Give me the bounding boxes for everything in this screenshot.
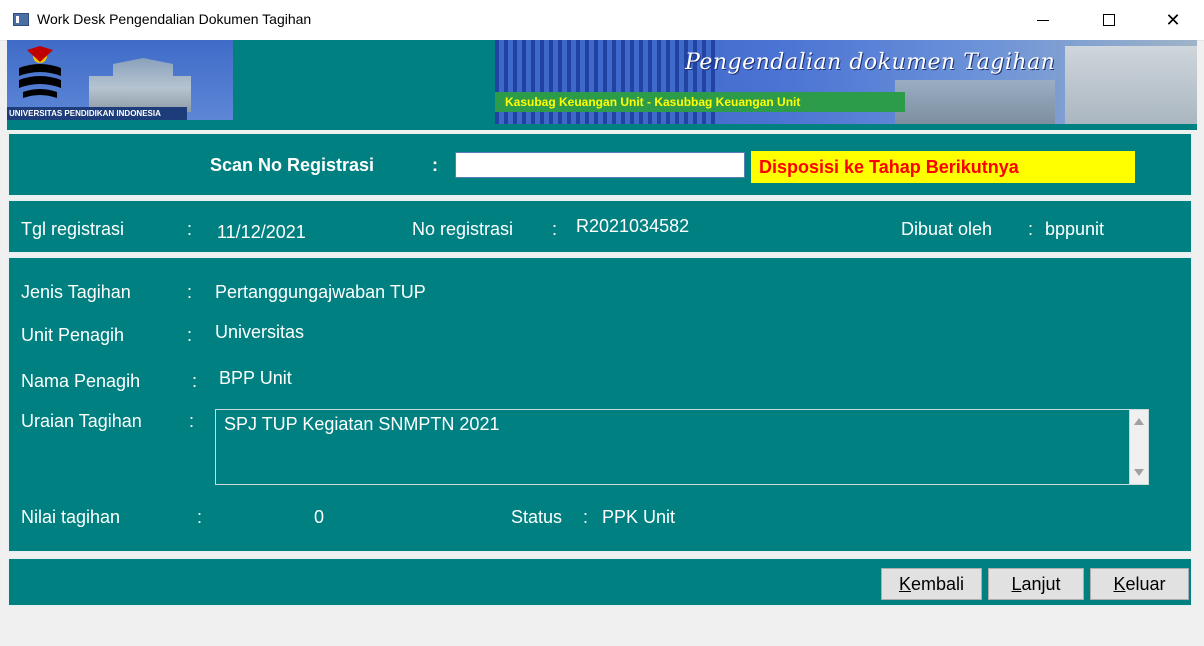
dibuat-oleh-value: bppunit xyxy=(1045,219,1105,239)
jenis-tagihan-label: Jenis Tagihan xyxy=(21,282,131,302)
unit-penagih-label: Unit Penagih xyxy=(21,325,125,345)
registration-info-panel: Tgl registrasi : 11/12/2021 No registras… xyxy=(7,199,1193,254)
no-registrasi-colon: : xyxy=(552,219,558,239)
no-registrasi-value: R2021034582 xyxy=(576,216,690,236)
uraian-tagihan-colon: : xyxy=(189,411,195,431)
nilai-tagihan-colon: : xyxy=(197,507,203,527)
uraian-tagihan-label: Uraian Tagihan xyxy=(21,411,142,431)
textarea-scrollbar[interactable] xyxy=(1129,410,1148,484)
scan-registration-input[interactable] xyxy=(455,152,745,178)
tgl-registrasi-colon: : xyxy=(187,219,193,239)
banner-document-image xyxy=(895,80,1055,124)
tgl-registrasi-label: Tgl registrasi xyxy=(21,219,125,239)
header-banner: UNIVERSITAS PENDIDIKAN INDONESIA Pengend… xyxy=(7,40,1197,130)
kembali-button[interactable]: Kembali xyxy=(881,568,982,600)
close-button[interactable]: ✕ xyxy=(1150,0,1196,40)
scan-panel: Scan No Registrasi : Disposisi ke Tahap … xyxy=(7,132,1193,197)
tagihan-detail-panel: Jenis Tagihan : Pertanggungajwaban TUP U… xyxy=(7,256,1193,553)
close-icon: ✕ xyxy=(1165,10,1181,30)
no-registrasi-label: No registrasi xyxy=(412,219,514,239)
minimize-button[interactable] xyxy=(1020,0,1066,40)
maximize-button[interactable] xyxy=(1086,0,1132,40)
nama-penagih-value: BPP Unit xyxy=(219,368,292,388)
status-bar xyxy=(0,618,1204,646)
uraian-tagihan-value: SPJ TUP Kegiatan SNMPTN 2021 xyxy=(224,414,500,434)
banner-subtitle: Kasubag Keuangan Unit - Kasubbag Keuanga… xyxy=(495,92,905,112)
lanjut-button[interactable]: Lanjut xyxy=(988,568,1084,600)
keluar-button[interactable]: Keluar xyxy=(1090,568,1189,600)
unit-penagih-colon: : xyxy=(187,325,193,345)
banner-artwork: Pengendalian dokumen Tagihan Kasubag Keu… xyxy=(495,40,1197,124)
scroll-up-arrow-icon[interactable] xyxy=(1134,418,1144,425)
status-colon: : xyxy=(583,507,589,527)
app-window-icon xyxy=(13,13,29,26)
campus-building-image xyxy=(89,58,191,112)
uraian-tagihan-textarea[interactable]: SPJ TUP Kegiatan SNMPTN 2021 xyxy=(215,409,1149,485)
window-title: Work Desk Pengendalian Dokumen Tagihan xyxy=(37,11,312,27)
unit-penagih-value: Universitas xyxy=(215,322,305,342)
maximize-icon xyxy=(1103,14,1115,26)
scan-colon: : xyxy=(432,155,438,175)
minimize-icon xyxy=(1037,20,1049,21)
banner-heading: Pengendalian dokumen Tagihan xyxy=(685,50,1056,75)
status-value: PPK Unit xyxy=(602,507,676,527)
banner-building-image xyxy=(1065,46,1197,124)
tgl-registrasi-value: 11/12/2021 xyxy=(217,222,306,242)
jenis-tagihan-value: Pertanggungajwaban TUP xyxy=(215,282,426,302)
nama-penagih-colon: : xyxy=(192,371,198,391)
dibuat-oleh-label: Dibuat oleh xyxy=(901,219,993,239)
university-logo: UNIVERSITAS PENDIDIKAN INDONESIA xyxy=(7,40,233,120)
nilai-tagihan-label: Nilai tagihan xyxy=(21,507,121,527)
action-button-panel: Kembali Lanjut Keluar xyxy=(7,557,1193,607)
scroll-down-arrow-icon[interactable] xyxy=(1134,469,1144,476)
title-bar: Work Desk Pengendalian Dokumen Tagihan ✕ xyxy=(0,0,1204,41)
status-label: Status xyxy=(511,507,563,527)
nama-penagih-label: Nama Penagih xyxy=(21,371,141,391)
scan-label: Scan No Registrasi xyxy=(210,155,375,175)
disposisi-status-label: Disposisi ke Tahap Berikutnya xyxy=(751,151,1135,183)
jenis-tagihan-colon: : xyxy=(187,282,193,302)
dibuat-oleh-colon: : xyxy=(1028,219,1034,239)
logo-caption: UNIVERSITAS PENDIDIKAN INDONESIA xyxy=(7,107,187,120)
upi-emblem-icon xyxy=(19,46,61,98)
nilai-tagihan-value: 0 xyxy=(314,507,325,527)
